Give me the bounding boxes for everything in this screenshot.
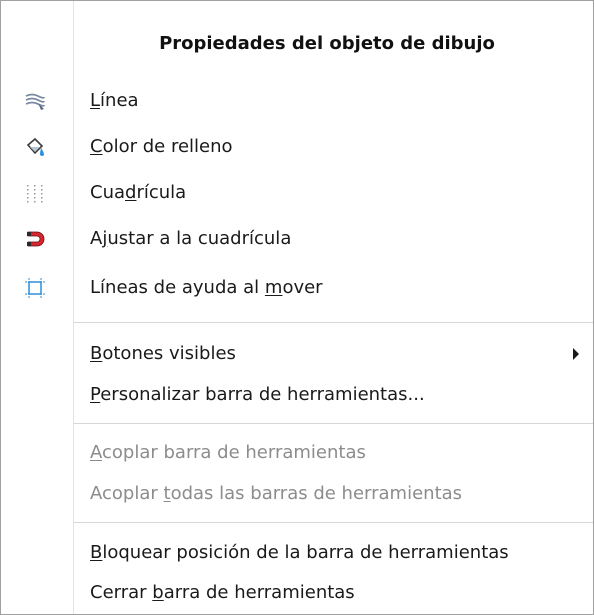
menu-item-snap-to-grid[interactable]: Ajustar a la cuadrícula bbox=[1, 218, 593, 260]
menu-title: Propiedades del objeto de dibujo bbox=[159, 33, 495, 54]
menu-item-label: Cuadrícula bbox=[90, 182, 187, 203]
menu-item-label: Acoplar barra de herramientas bbox=[90, 442, 366, 463]
menu-item-label: Bloquear posición de la barra de herrami… bbox=[90, 542, 509, 563]
menu-item-line[interactable]: Línea bbox=[1, 80, 593, 122]
menu-item-label: Cerrar barra de herramientas bbox=[90, 582, 355, 603]
menu-item-fill-color[interactable]: Color de relleno bbox=[1, 126, 593, 168]
menu-item-dock-toolbar: Acoplar barra de herramientas bbox=[1, 432, 593, 474]
menu-item-lock-toolbar-position[interactable]: Bloquear posición de la barra de herrami… bbox=[1, 532, 593, 574]
menu-item-dock-all-toolbars: Acoplar todas las barras de herramientas bbox=[1, 473, 593, 515]
menu-item-label: Línea bbox=[90, 90, 139, 111]
line-icon bbox=[25, 93, 45, 110]
menu-item-customize-toolbar[interactable]: Personalizar barra de herramientas... bbox=[1, 374, 593, 416]
menu-item-label: Personalizar barra de herramientas... bbox=[90, 384, 425, 405]
grid-icon bbox=[27, 185, 43, 203]
submenu-arrow-icon bbox=[573, 348, 579, 360]
menu-item-helplines-while-moving[interactable]: Líneas de ayuda al mover bbox=[1, 267, 593, 309]
menu-separator bbox=[74, 322, 593, 323]
menu-separator bbox=[74, 423, 593, 424]
fill-color-icon bbox=[26, 137, 44, 156]
context-menu: Propiedades del objeto de dibujo Línea C… bbox=[0, 0, 594, 615]
menu-item-label: Color de relleno bbox=[90, 136, 233, 157]
snap-magnet-icon bbox=[27, 231, 45, 247]
helplines-icon bbox=[25, 278, 45, 298]
menu-item-grid[interactable]: Cuadrícula bbox=[1, 172, 593, 214]
menu-separator bbox=[74, 522, 593, 523]
menu-item-label: Botones visibles bbox=[90, 343, 236, 364]
menu-item-label: Ajustar a la cuadrícula bbox=[90, 228, 292, 249]
menu-item-close-toolbar[interactable]: Cerrar barra de herramientas bbox=[1, 572, 593, 614]
menu-item-label: Líneas de ayuda al mover bbox=[90, 277, 323, 298]
menu-item-visible-buttons[interactable]: Botones visibles bbox=[1, 333, 593, 375]
menu-item-label: Acoplar todas las barras de herramientas bbox=[90, 483, 463, 504]
